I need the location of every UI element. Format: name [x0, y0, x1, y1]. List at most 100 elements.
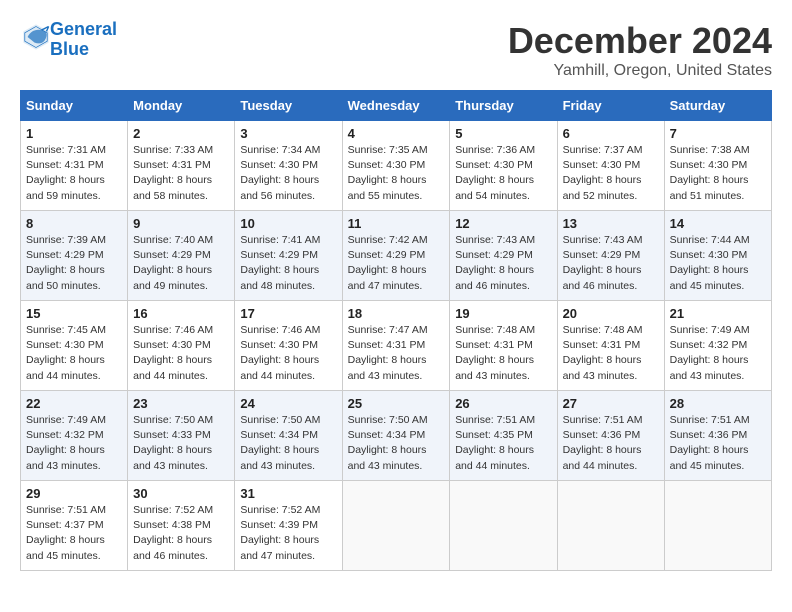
day-info: Sunrise: 7:34 AMSunset: 4:30 PMDaylight:… [240, 144, 320, 202]
day-number: 6 [563, 126, 659, 141]
day-info: Sunrise: 7:31 AMSunset: 4:31 PMDaylight:… [26, 144, 106, 202]
calendar-cell: 15 Sunrise: 7:45 AMSunset: 4:30 PMDaylig… [21, 301, 128, 391]
day-info: Sunrise: 7:48 AMSunset: 4:31 PMDaylight:… [455, 324, 535, 382]
logo-icon [22, 23, 50, 51]
day-number: 8 [26, 216, 122, 231]
title-area: December 2024 Yamhill, Oregon, United St… [508, 20, 772, 80]
calendar-cell [342, 481, 450, 571]
calendar: SundayMondayTuesdayWednesdayThursdayFrid… [20, 90, 772, 571]
calendar-cell: 12 Sunrise: 7:43 AMSunset: 4:29 PMDaylig… [450, 211, 557, 301]
calendar-cell: 17 Sunrise: 7:46 AMSunset: 4:30 PMDaylig… [235, 301, 342, 391]
calendar-cell: 1 Sunrise: 7:31 AMSunset: 4:31 PMDayligh… [21, 121, 128, 211]
day-number: 16 [133, 306, 229, 321]
day-info: Sunrise: 7:43 AMSunset: 4:29 PMDaylight:… [455, 234, 535, 292]
calendar-cell: 4 Sunrise: 7:35 AMSunset: 4:30 PMDayligh… [342, 121, 450, 211]
calendar-cell: 10 Sunrise: 7:41 AMSunset: 4:29 PMDaylig… [235, 211, 342, 301]
day-number: 31 [240, 486, 336, 501]
day-number: 5 [455, 126, 551, 141]
week-row-5: 29 Sunrise: 7:51 AMSunset: 4:37 PMDaylig… [21, 481, 772, 571]
calendar-cell: 6 Sunrise: 7:37 AMSunset: 4:30 PMDayligh… [557, 121, 664, 211]
day-number: 4 [348, 126, 445, 141]
calendar-cell: 14 Sunrise: 7:44 AMSunset: 4:30 PMDaylig… [664, 211, 771, 301]
month-title: December 2024 [508, 20, 772, 62]
calendar-cell: 11 Sunrise: 7:42 AMSunset: 4:29 PMDaylig… [342, 211, 450, 301]
calendar-cell: 20 Sunrise: 7:48 AMSunset: 4:31 PMDaylig… [557, 301, 664, 391]
day-info: Sunrise: 7:35 AMSunset: 4:30 PMDaylight:… [348, 144, 428, 202]
calendar-cell: 18 Sunrise: 7:47 AMSunset: 4:31 PMDaylig… [342, 301, 450, 391]
day-number: 9 [133, 216, 229, 231]
day-info: Sunrise: 7:52 AMSunset: 4:38 PMDaylight:… [133, 504, 213, 562]
day-number: 19 [455, 306, 551, 321]
day-number: 24 [240, 396, 336, 411]
calendar-cell: 25 Sunrise: 7:50 AMSunset: 4:34 PMDaylig… [342, 391, 450, 481]
day-info: Sunrise: 7:33 AMSunset: 4:31 PMDaylight:… [133, 144, 213, 202]
day-info: Sunrise: 7:40 AMSunset: 4:29 PMDaylight:… [133, 234, 213, 292]
calendar-body: 1 Sunrise: 7:31 AMSunset: 4:31 PMDayligh… [21, 121, 772, 571]
day-info: Sunrise: 7:39 AMSunset: 4:29 PMDaylight:… [26, 234, 106, 292]
day-info: Sunrise: 7:37 AMSunset: 4:30 PMDaylight:… [563, 144, 643, 202]
day-number: 3 [240, 126, 336, 141]
day-info: Sunrise: 7:41 AMSunset: 4:29 PMDaylight:… [240, 234, 320, 292]
calendar-cell [664, 481, 771, 571]
location-title: Yamhill, Oregon, United States [508, 62, 772, 80]
calendar-cell: 3 Sunrise: 7:34 AMSunset: 4:30 PMDayligh… [235, 121, 342, 211]
day-number: 10 [240, 216, 336, 231]
day-number: 27 [563, 396, 659, 411]
day-info: Sunrise: 7:47 AMSunset: 4:31 PMDaylight:… [348, 324, 428, 382]
day-number: 25 [348, 396, 445, 411]
calendar-cell: 5 Sunrise: 7:36 AMSunset: 4:30 PMDayligh… [450, 121, 557, 211]
day-number: 23 [133, 396, 229, 411]
calendar-cell: 8 Sunrise: 7:39 AMSunset: 4:29 PMDayligh… [21, 211, 128, 301]
day-number: 20 [563, 306, 659, 321]
calendar-cell [450, 481, 557, 571]
calendar-cell: 7 Sunrise: 7:38 AMSunset: 4:30 PMDayligh… [664, 121, 771, 211]
week-row-2: 8 Sunrise: 7:39 AMSunset: 4:29 PMDayligh… [21, 211, 772, 301]
day-info: Sunrise: 7:50 AMSunset: 4:34 PMDaylight:… [348, 414, 428, 472]
weekday-header-sunday: Sunday [21, 91, 128, 121]
calendar-cell: 31 Sunrise: 7:52 AMSunset: 4:39 PMDaylig… [235, 481, 342, 571]
logo-text: GeneralBlue [50, 20, 117, 60]
calendar-cell [557, 481, 664, 571]
weekday-header-thursday: Thursday [450, 91, 557, 121]
day-number: 11 [348, 216, 445, 231]
weekday-header-wednesday: Wednesday [342, 91, 450, 121]
day-number: 29 [26, 486, 122, 501]
week-row-4: 22 Sunrise: 7:49 AMSunset: 4:32 PMDaylig… [21, 391, 772, 481]
calendar-cell: 22 Sunrise: 7:49 AMSunset: 4:32 PMDaylig… [21, 391, 128, 481]
calendar-cell: 9 Sunrise: 7:40 AMSunset: 4:29 PMDayligh… [128, 211, 235, 301]
day-number: 12 [455, 216, 551, 231]
weekday-header-monday: Monday [128, 91, 235, 121]
calendar-cell: 27 Sunrise: 7:51 AMSunset: 4:36 PMDaylig… [557, 391, 664, 481]
day-number: 1 [26, 126, 122, 141]
day-number: 2 [133, 126, 229, 141]
day-number: 15 [26, 306, 122, 321]
day-info: Sunrise: 7:44 AMSunset: 4:30 PMDaylight:… [670, 234, 750, 292]
day-info: Sunrise: 7:46 AMSunset: 4:30 PMDaylight:… [133, 324, 213, 382]
logo: GeneralBlue [20, 20, 117, 60]
day-number: 7 [670, 126, 766, 141]
calendar-cell: 24 Sunrise: 7:50 AMSunset: 4:34 PMDaylig… [235, 391, 342, 481]
calendar-cell: 23 Sunrise: 7:50 AMSunset: 4:33 PMDaylig… [128, 391, 235, 481]
week-row-1: 1 Sunrise: 7:31 AMSunset: 4:31 PMDayligh… [21, 121, 772, 211]
day-info: Sunrise: 7:46 AMSunset: 4:30 PMDaylight:… [240, 324, 320, 382]
day-number: 22 [26, 396, 122, 411]
calendar-cell: 30 Sunrise: 7:52 AMSunset: 4:38 PMDaylig… [128, 481, 235, 571]
week-row-3: 15 Sunrise: 7:45 AMSunset: 4:30 PMDaylig… [21, 301, 772, 391]
day-info: Sunrise: 7:45 AMSunset: 4:30 PMDaylight:… [26, 324, 106, 382]
weekday-header-tuesday: Tuesday [235, 91, 342, 121]
day-info: Sunrise: 7:38 AMSunset: 4:30 PMDaylight:… [670, 144, 750, 202]
day-number: 26 [455, 396, 551, 411]
calendar-header-row: SundayMondayTuesdayWednesdayThursdayFrid… [21, 91, 772, 121]
day-info: Sunrise: 7:51 AMSunset: 4:36 PMDaylight:… [563, 414, 643, 472]
weekday-header-saturday: Saturday [664, 91, 771, 121]
day-number: 17 [240, 306, 336, 321]
calendar-cell: 2 Sunrise: 7:33 AMSunset: 4:31 PMDayligh… [128, 121, 235, 211]
day-info: Sunrise: 7:50 AMSunset: 4:34 PMDaylight:… [240, 414, 320, 472]
calendar-cell: 26 Sunrise: 7:51 AMSunset: 4:35 PMDaylig… [450, 391, 557, 481]
day-info: Sunrise: 7:51 AMSunset: 4:35 PMDaylight:… [455, 414, 535, 472]
calendar-cell: 29 Sunrise: 7:51 AMSunset: 4:37 PMDaylig… [21, 481, 128, 571]
day-number: 13 [563, 216, 659, 231]
day-number: 14 [670, 216, 766, 231]
day-info: Sunrise: 7:52 AMSunset: 4:39 PMDaylight:… [240, 504, 320, 562]
day-info: Sunrise: 7:42 AMSunset: 4:29 PMDaylight:… [348, 234, 428, 292]
